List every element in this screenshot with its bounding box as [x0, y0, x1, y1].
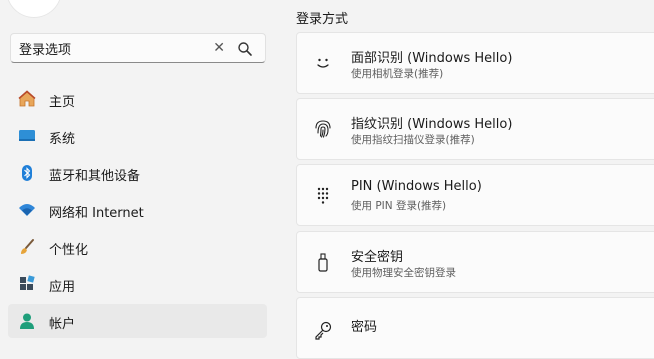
sidebar-item-home[interactable]: 主页	[8, 82, 267, 116]
wifi-icon	[19, 204, 35, 216]
sidebar-item-label: 主页	[49, 95, 76, 110]
option-pin[interactable]: PIN (Windows Hello) 使用 PIN 登录(推荐)	[296, 164, 654, 226]
face-icon	[317, 58, 329, 68]
option-face-recognition[interactable]: 面部识别 (Windows Hello) 使用相机登录(推荐)	[296, 32, 654, 94]
sidebar-item-personalization[interactable]: 个性化	[8, 230, 267, 264]
sidebar-item-label: 系统	[49, 132, 76, 147]
avatar[interactable]	[6, 0, 62, 18]
sidebar-item-label: 应用	[49, 280, 76, 295]
option-subtitle: 使用物理安全密钥登录	[351, 267, 456, 279]
fingerprint-icon	[315, 120, 331, 138]
apps-icon	[20, 275, 35, 290]
option-title: 面部识别 (Windows Hello)	[351, 51, 513, 66]
option-title: 指纹识别 (Windows Hello)	[351, 117, 513, 132]
sidebar-item-bluetooth[interactable]: 蓝牙和其他设备	[8, 156, 267, 190]
sidebar-item-label: 帐户	[49, 317, 76, 332]
system-icon	[19, 130, 35, 141]
sidebar-item-label: 个性化	[49, 243, 89, 258]
brush-icon	[21, 239, 34, 254]
option-subtitle: 使用 PIN 登录(推荐)	[351, 200, 447, 212]
option-password[interactable]: 密码	[296, 297, 654, 359]
sidebar-nav: 主页 系统 蓝牙和其他设备 网络和 Internet 个性化 应用 帐户	[0, 82, 280, 341]
option-subtitle: 使用指纹扫描仪登录(推荐)	[351, 134, 475, 146]
search-icon[interactable]	[237, 41, 253, 57]
option-title: 安全密钥	[351, 250, 404, 265]
sidebar-item-network[interactable]: 网络和 Internet	[8, 193, 267, 227]
sidebar-item-accounts[interactable]: 帐户	[8, 304, 267, 338]
search-box[interactable]: ✕	[10, 33, 266, 63]
option-security-key[interactable]: 安全密钥 使用物理安全密钥登录	[296, 231, 654, 293]
sidebar-item-apps[interactable]: 应用	[8, 267, 267, 301]
account-icon	[20, 313, 34, 329]
search-input[interactable]	[19, 39, 209, 57]
security-key-icon	[318, 253, 328, 272]
sidebar-item-label: 网络和 Internet	[49, 206, 144, 221]
option-fingerprint[interactable]: 指纹识别 (Windows Hello) 使用指纹扫描仪登录(推荐)	[296, 98, 654, 160]
pin-keypad-icon	[317, 187, 329, 204]
bluetooth-icon	[22, 165, 32, 181]
option-title: PIN (Windows Hello)	[351, 179, 482, 194]
sidebar-item-system[interactable]: 系统	[8, 119, 267, 153]
option-subtitle: 使用相机登录(推荐)	[351, 68, 444, 80]
sidebar-item-label: 蓝牙和其他设备	[49, 169, 141, 184]
key-icon	[315, 321, 332, 340]
section-title: 登录方式	[296, 12, 349, 27]
option-title: 密码	[351, 320, 378, 335]
home-icon	[18, 90, 36, 107]
clear-icon[interactable]: ✕	[213, 40, 225, 56]
